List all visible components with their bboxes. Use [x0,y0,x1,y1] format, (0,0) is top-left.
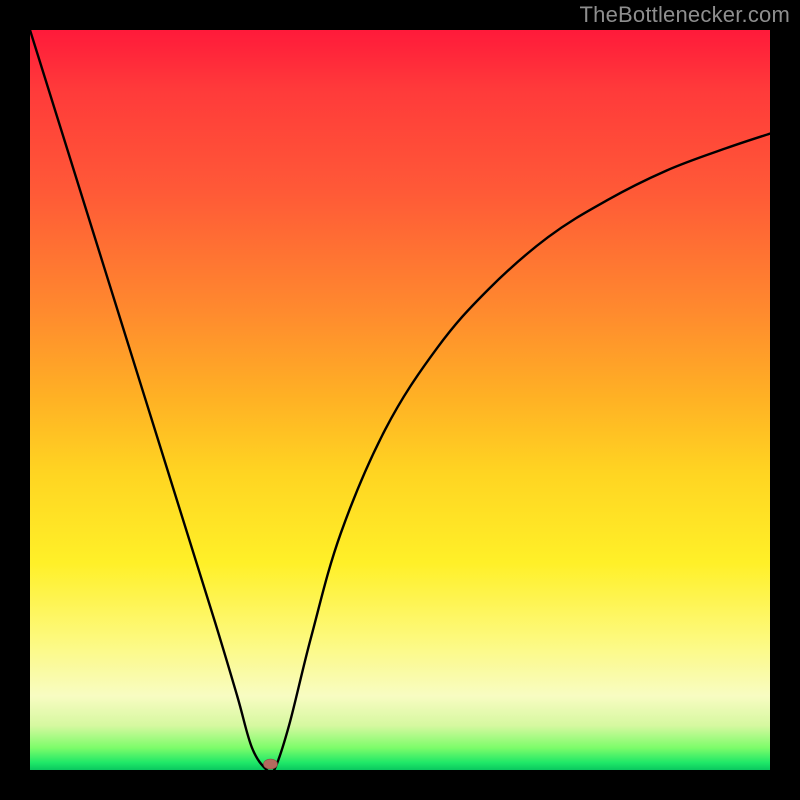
bottleneck-curve [30,30,770,770]
current-point-marker [264,759,278,769]
watermark-text: TheBottlenecker.com [580,2,790,28]
chart-svg [30,30,770,770]
chart-outer-frame: TheBottlenecker.com [0,0,800,800]
plot-area [30,30,770,770]
